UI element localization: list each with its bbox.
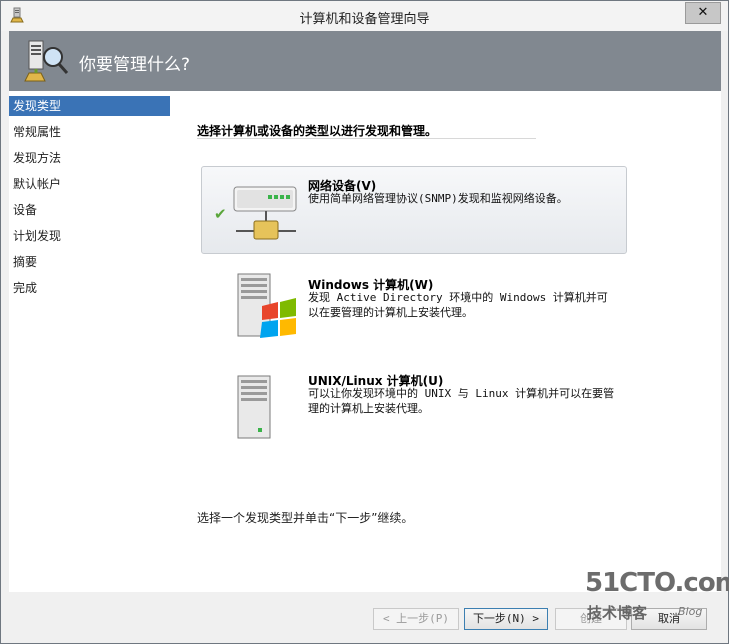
watermark-tagline: 技术博客 bbox=[587, 604, 648, 622]
page-title: 你要管理什么? bbox=[79, 55, 191, 75]
nav-item-summary[interactable]: 摘要 bbox=[9, 252, 170, 272]
option-description: 使用简单网络管理协议(SNMP)发现和监视网络设备。 bbox=[308, 192, 568, 205]
content-heading: 选择计算机或设备的类型以进行发现和管理。 bbox=[197, 124, 438, 138]
unix-linux-computer-icon bbox=[237, 375, 271, 439]
network-device-icon bbox=[233, 186, 297, 240]
nav-item-discovery-method[interactable]: 发现方法 bbox=[9, 148, 170, 168]
nav-item-general-properties[interactable]: 常规属性 bbox=[9, 122, 170, 142]
wizard-steps-nav: 发现类型 常规属性 发现方法 默认帐户 设备 计划发现 摘要 完成 bbox=[9, 91, 170, 592]
title-bar[interactable]: 计算机和设备管理向导 ✕ bbox=[1, 1, 728, 31]
option-description: 可以让你发现环境中的 UNIX 与 Linux 计算机并可以在要管理的计算机上安… bbox=[308, 387, 615, 415]
close-button[interactable]: ✕ bbox=[685, 2, 721, 24]
nav-item-completion[interactable]: 完成 bbox=[9, 278, 170, 298]
option-network-device[interactable]: ✔ 网络设备(V) 使用简单网络管理协议(SNMP)发现和监视网络设备。 bbox=[201, 166, 627, 254]
nav-item-schedule-discovery[interactable]: 计划发现 bbox=[9, 226, 170, 246]
instruction-text: 选择一个发现类型并单击“下一步”继续。 bbox=[197, 511, 414, 525]
nav-item-discovery-type[interactable]: 发现类型 bbox=[9, 96, 170, 116]
discovery-wizard-icon bbox=[24, 40, 69, 82]
windows-computer-icon bbox=[237, 273, 296, 338]
nav-item-devices[interactable]: 设备 bbox=[9, 200, 170, 220]
content-panel: 选择计算机或设备的类型以进行发现和管理。 ✔ 网络设备(V) 使用简单网络管理协… bbox=[170, 91, 721, 592]
watermark-site: 51CTO.com bbox=[585, 568, 729, 598]
window-title: 计算机和设备管理向导 bbox=[299, 12, 430, 27]
watermark-blog: Blog bbox=[678, 605, 703, 618]
option-unix-linux-computer[interactable]: UNIX/Linux 计算机(U) 可以让你发现环境中的 UNIX 与 Linu… bbox=[201, 361, 627, 449]
wizard-header: 你要管理什么? bbox=[9, 31, 721, 91]
option-windows-computer[interactable]: Windows 计算机(W) 发现 Active Directory 环境中的 … bbox=[201, 265, 627, 353]
check-icon: ✔ bbox=[214, 205, 227, 223]
heading-divider bbox=[197, 138, 536, 139]
option-description: 发现 Active Directory 环境中的 Windows 计算机并可以在… bbox=[308, 291, 608, 319]
nav-item-default-account[interactable]: 默认帐户 bbox=[9, 174, 170, 194]
site-watermark: 51CTO.com 技术博客 Blog bbox=[585, 568, 729, 628]
wizard-window: 计算机和设备管理向导 ✕ 你要管理什么? 发现类型 常规属性 发现方法 默认帐户… bbox=[0, 0, 729, 644]
next-button[interactable]: 下一步(N) > bbox=[464, 608, 548, 630]
back-button[interactable]: < 上一步(P) bbox=[373, 608, 459, 630]
